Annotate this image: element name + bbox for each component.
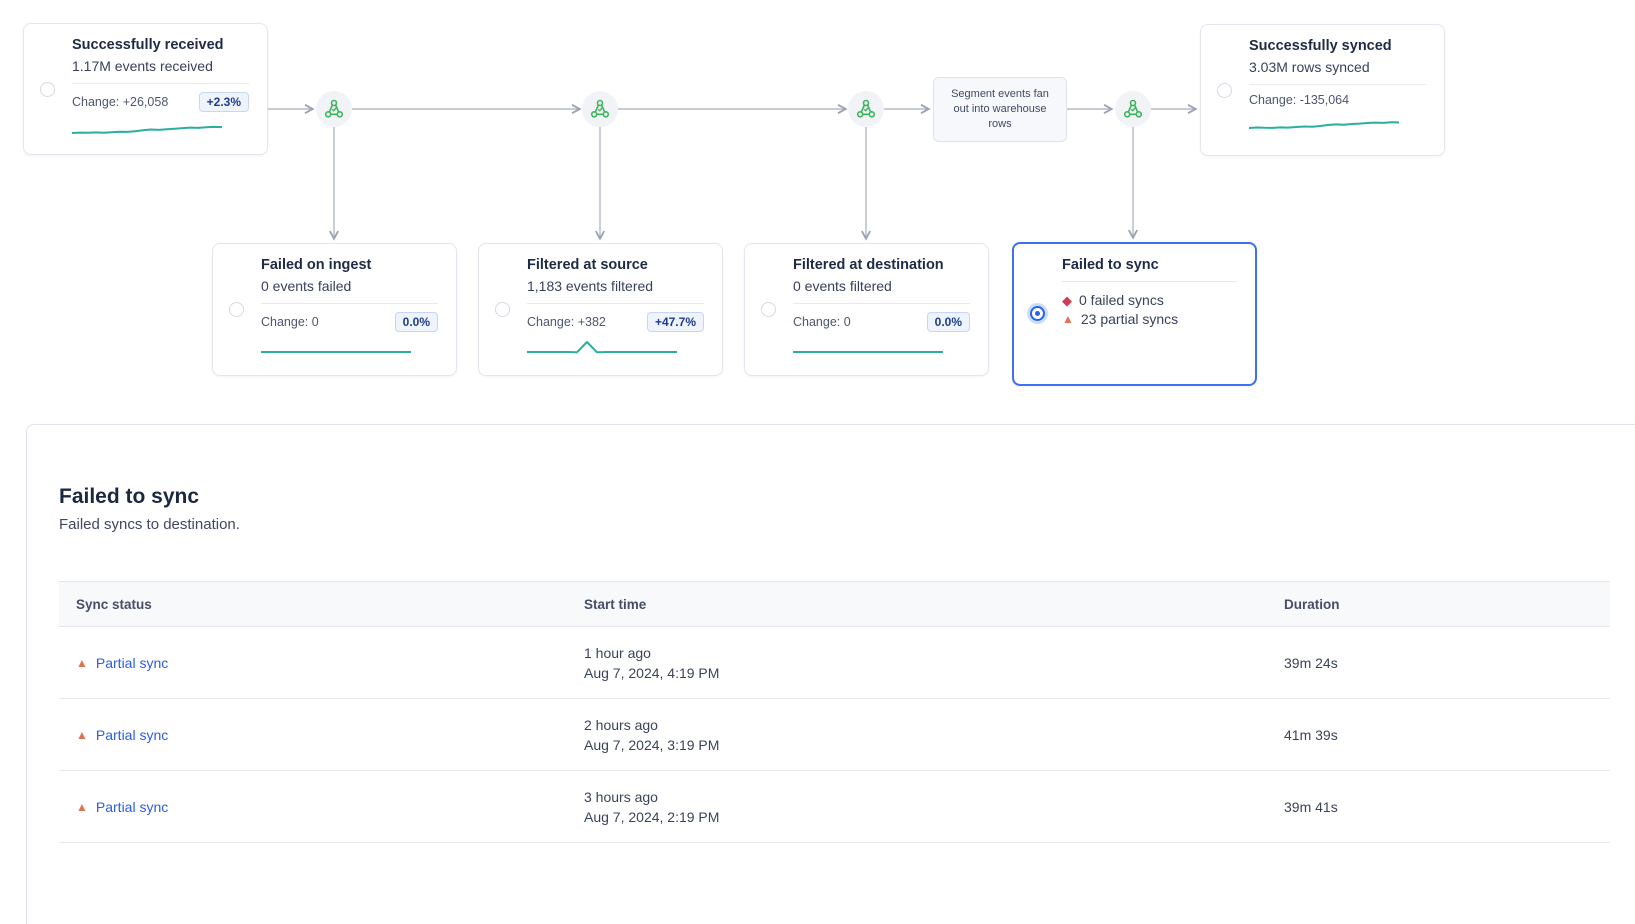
- partial-sync-triangle-icon: ▲: [1062, 310, 1074, 329]
- start-time-absolute: Aug 7, 2024, 4:19 PM: [584, 663, 1284, 683]
- sparkline-chart: [261, 338, 411, 360]
- segment-tracking-icon: [590, 99, 610, 119]
- card-title: Failed on ingest: [261, 257, 438, 273]
- card-value: 0 events failed: [261, 278, 438, 304]
- card-successfully-synced[interactable]: Successfully synced 3.03M rows synced Ch…: [1200, 24, 1445, 156]
- card-title: Successfully synced: [1249, 38, 1426, 54]
- radio-failed-to-sync[interactable]: [1030, 306, 1045, 321]
- change-badge: +47.7%: [647, 312, 704, 332]
- card-title: Failed to sync: [1062, 257, 1237, 282]
- start-time-relative: 2 hours ago: [584, 715, 1284, 735]
- card-value: 1,183 events filtered: [527, 278, 704, 304]
- failed-sync-diamond-icon: ◆: [1062, 291, 1072, 310]
- delivery-flow-diagram: Successfully received 1.17M events recei…: [0, 0, 1635, 424]
- card-filtered-at-destination[interactable]: Filtered at destination 0 events filtere…: [744, 243, 989, 376]
- sparkline-chart: [1249, 113, 1399, 135]
- table-row: ▲ Partial sync 3 hours ago Aug 7, 2024, …: [59, 771, 1610, 843]
- start-time-absolute: Aug 7, 2024, 3:19 PM: [584, 735, 1284, 755]
- column-header-duration: Duration: [1284, 597, 1610, 612]
- partial-sync-triangle-icon: ▲: [76, 728, 88, 742]
- radio-successfully-received[interactable]: [40, 82, 55, 97]
- partial-syncs-count: 23 partial syncs: [1081, 310, 1178, 329]
- sync-status-link[interactable]: Partial sync: [96, 655, 168, 671]
- card-value: 3.03M rows synced: [1249, 59, 1426, 85]
- table-row: ▲ Partial sync 1 hour ago Aug 7, 2024, 4…: [59, 627, 1610, 699]
- panel-subtitle: Failed syncs to destination.: [59, 516, 1635, 533]
- sync-status-link[interactable]: Partial sync: [96, 799, 168, 815]
- change-label: Change: +382: [527, 315, 606, 329]
- partial-sync-triangle-icon: ▲: [76, 656, 88, 670]
- sync-duration: 39m 41s: [1284, 799, 1610, 815]
- sparkline-chart: [793, 338, 943, 360]
- sync-status-link[interactable]: Partial sync: [96, 727, 168, 743]
- radio-filtered-at-source[interactable]: [495, 302, 510, 317]
- table-header: Sync status Start time Duration: [59, 582, 1610, 627]
- partial-sync-triangle-icon: ▲: [76, 800, 88, 814]
- start-time-relative: 3 hours ago: [584, 787, 1284, 807]
- failed-syncs-count: 0 failed syncs: [1079, 291, 1164, 310]
- pipeline-node: [1115, 91, 1151, 127]
- radio-filtered-at-destination[interactable]: [761, 302, 776, 317]
- pipeline-node: [316, 91, 352, 127]
- sparkline-chart: [527, 338, 677, 360]
- sparkline-chart: [72, 118, 222, 140]
- change-label: Change: 0: [793, 315, 851, 329]
- start-time-relative: 1 hour ago: [584, 643, 1284, 663]
- radio-successfully-synced[interactable]: [1217, 83, 1232, 98]
- segment-tracking-icon: [1123, 99, 1143, 119]
- column-header-start-time: Start time: [584, 597, 1284, 612]
- card-title: Filtered at destination: [793, 257, 970, 273]
- failed-to-sync-panel: Failed to sync Failed syncs to destinati…: [26, 424, 1635, 924]
- sync-duration: 39m 24s: [1284, 655, 1610, 671]
- sync-table: Sync status Start time Duration ▲ Partia…: [59, 581, 1610, 857]
- fan-out-annotation: Segment events fan out into warehouse ro…: [933, 77, 1067, 142]
- change-label: Change: -135,064: [1249, 93, 1349, 107]
- card-filtered-at-source[interactable]: Filtered at source 1,183 events filtered…: [478, 243, 723, 376]
- change-label: Change: +26,058: [72, 95, 168, 109]
- column-header-sync-status: Sync status: [59, 597, 584, 612]
- card-title: Filtered at source: [527, 257, 704, 273]
- change-label: Change: 0: [261, 315, 319, 329]
- table-body: ▲ Partial sync 1 hour ago Aug 7, 2024, 4…: [59, 627, 1610, 843]
- start-time-absolute: Aug 7, 2024, 2:19 PM: [584, 807, 1284, 827]
- page-title: Failed to sync: [59, 485, 1635, 509]
- table-row: ▲ Partial sync 2 hours ago Aug 7, 2024, …: [59, 699, 1610, 771]
- pipeline-node: [848, 91, 884, 127]
- card-failed-on-ingest[interactable]: Failed on ingest 0 events failed Change:…: [212, 243, 457, 376]
- card-successfully-received[interactable]: Successfully received 1.17M events recei…: [23, 23, 268, 155]
- card-value: 0 events filtered: [793, 278, 970, 304]
- card-title: Successfully received: [72, 37, 249, 53]
- sync-duration: 41m 39s: [1284, 727, 1610, 743]
- table-row-partial: [59, 843, 1610, 857]
- segment-tracking-icon: [324, 99, 344, 119]
- card-value: 1.17M events received: [72, 58, 249, 84]
- pipeline-node: [582, 91, 618, 127]
- change-badge: 0.0%: [927, 312, 970, 332]
- change-badge: 0.0%: [395, 312, 438, 332]
- radio-failed-on-ingest[interactable]: [229, 302, 244, 317]
- segment-tracking-icon: [856, 99, 876, 119]
- change-badge: +2.3%: [199, 92, 249, 112]
- card-failed-to-sync[interactable]: Failed to sync ◆ 0 failed syncs ▲ 23 par…: [1012, 242, 1257, 386]
